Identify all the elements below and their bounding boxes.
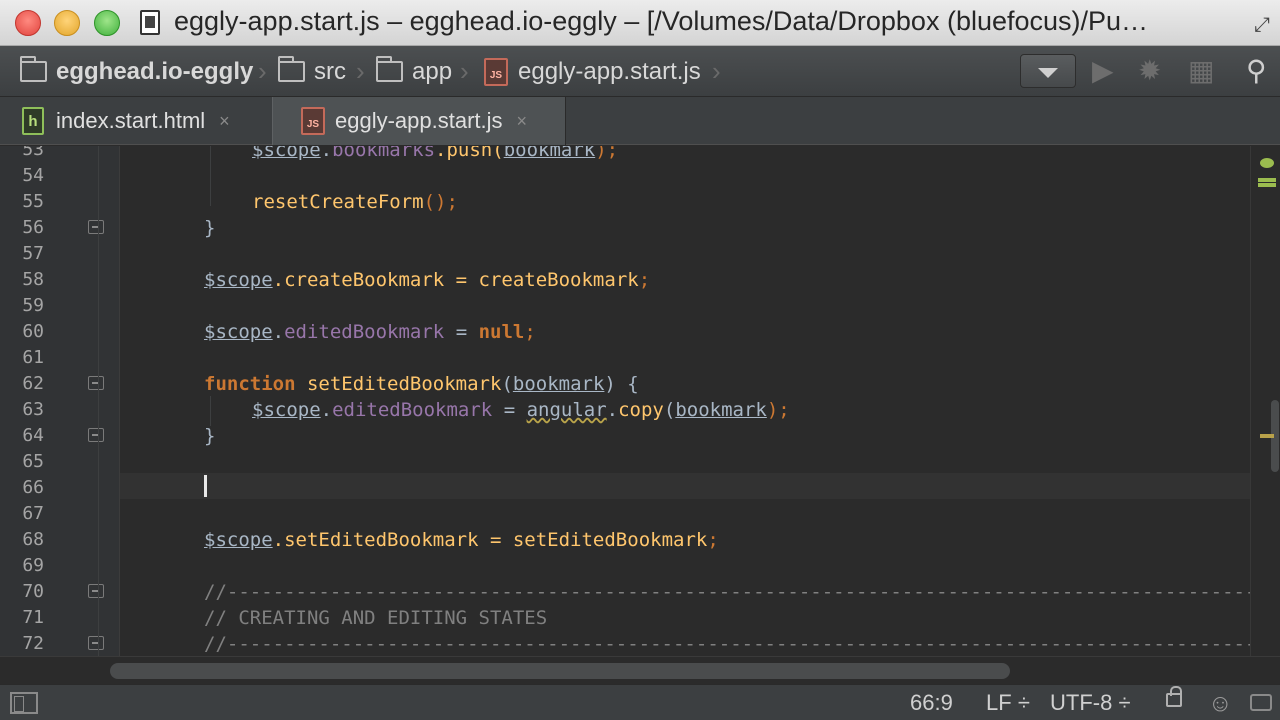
warning-marker[interactable]: [1260, 434, 1274, 438]
run-icon[interactable]: ▶: [1092, 54, 1114, 88]
horizontal-scrollbar-track: [0, 656, 1280, 684]
tab-index-start-html[interactable]: h index.start.html ×: [22, 97, 270, 145]
folder-icon: [278, 56, 305, 82]
encoding-label: UTF-8: [1050, 690, 1113, 715]
lock-icon[interactable]: [1166, 686, 1182, 707]
file-encoding[interactable]: UTF-8 ÷: [1050, 690, 1131, 716]
code-line-71: // CREATING AND EDITING STATES: [204, 607, 548, 629]
current-line-highlight: [120, 473, 1250, 499]
line-number: 54: [22, 165, 44, 186]
code-line-56: }: [204, 217, 216, 239]
minimize-window-button[interactable]: [54, 10, 80, 36]
window-title: eggly-app.start.js – egghead.io-eggly – …: [174, 6, 1149, 36]
html-file-icon: h: [22, 107, 44, 135]
tool-windows-icon[interactable]: [10, 692, 38, 714]
code-line-58: $scope.createBookmark = createBookmark;: [204, 269, 651, 291]
code-line-68: $scope.setEditedBookmark = setEditedBook…: [204, 529, 719, 551]
horizontal-scrollbar[interactable]: [110, 663, 1010, 679]
breadcrumb-separator: ›: [460, 56, 469, 86]
line-separator[interactable]: LF ÷: [986, 690, 1030, 716]
breadcrumb-file[interactable]: JS eggly-app.start.js: [484, 46, 701, 97]
status-bar: 66:9 LF ÷ UTF-8 ÷ ☺: [0, 684, 1280, 720]
window-titlebar: eggly-app.start.js – egghead.io-eggly – …: [0, 0, 1280, 46]
tab-label: eggly-app.start.js: [335, 108, 503, 133]
code-line-64: }: [204, 425, 216, 447]
close-tab-icon[interactable]: ×: [219, 111, 230, 132]
chevron-updown-icon: ÷: [1118, 690, 1131, 715]
folder-icon: [376, 56, 403, 82]
code-line-63: $scope.editedBookmark = angular.copy(boo…: [252, 399, 790, 421]
js-file-icon: JS: [484, 57, 508, 86]
code-editor[interactable]: 53 54 55 56 57 58 59 60 61 62 63 64 65 6…: [0, 146, 1280, 656]
close-tab-icon[interactable]: ×: [517, 111, 528, 132]
breadcrumb-label: app: [412, 57, 453, 85]
hector-inspector-icon[interactable]: ☺: [1208, 690, 1233, 718]
code-line-70: //--------------------------------------…: [204, 581, 1250, 603]
line-separator-label: LF: [986, 690, 1012, 715]
line-number: 61: [22, 347, 44, 368]
line-number: 57: [22, 243, 44, 264]
line-number: 69: [22, 555, 44, 576]
breadcrumb-project[interactable]: egghead.io-eggly: [20, 46, 253, 97]
breadcrumb-label: eggly-app.start.js: [518, 57, 701, 85]
breadcrumb-separator: ›: [712, 56, 721, 86]
tab-label: index.start.html: [56, 108, 206, 133]
editor-tab-bar: h index.start.html × JS eggly-app.start.…: [0, 97, 1280, 145]
breadcrumb-separator: ›: [356, 56, 365, 86]
code-line-60: $scope.editedBookmark = null;: [204, 321, 536, 343]
breadcrumb-label: src: [314, 57, 346, 85]
caret-position[interactable]: 66:9: [910, 690, 953, 716]
maximize-window-button[interactable]: [94, 10, 120, 36]
js-file-icon: JS: [301, 107, 325, 135]
code-line-72: //--------------------------------------…: [204, 633, 1250, 655]
text-cursor: [204, 475, 207, 497]
line-number: 67: [22, 503, 44, 524]
breadcrumb-separator: ›: [258, 56, 267, 86]
line-number: 59: [22, 295, 44, 316]
line-number: 66: [22, 477, 44, 498]
close-window-button[interactable]: [15, 10, 41, 36]
coverage-icon[interactable]: ▦: [1188, 54, 1214, 88]
debug-icon[interactable]: ✹: [1138, 54, 1161, 88]
code-line-62: function setEditedBookmark(bookmark) {: [204, 373, 639, 395]
line-number: 65: [22, 451, 44, 472]
breadcrumb-app[interactable]: app: [376, 46, 452, 97]
folder-icon: [20, 56, 47, 82]
inspection-status-icon[interactable]: [1258, 156, 1276, 188]
tab-eggly-app-start-js[interactable]: JS eggly-app.start.js ×: [272, 97, 566, 145]
search-icon[interactable]: ⚲: [1246, 54, 1267, 88]
chevron-updown-icon: ÷: [1017, 690, 1030, 715]
code-line-53: $scope.bookmarks.push(bookmark);: [252, 146, 619, 161]
breadcrumb-src[interactable]: src: [278, 46, 346, 97]
run-configuration-dropdown[interactable]: [1020, 54, 1076, 88]
code-line-55: resetCreateForm();: [252, 191, 458, 213]
navigation-bar: egghead.io-eggly › src › app › JS eggly-…: [0, 46, 1280, 97]
document-icon: [140, 10, 160, 35]
event-log-icon[interactable]: [1250, 694, 1272, 711]
breadcrumb-label: egghead.io-eggly: [56, 57, 254, 85]
fullscreen-icon[interactable]: ⤢: [1254, 14, 1270, 37]
